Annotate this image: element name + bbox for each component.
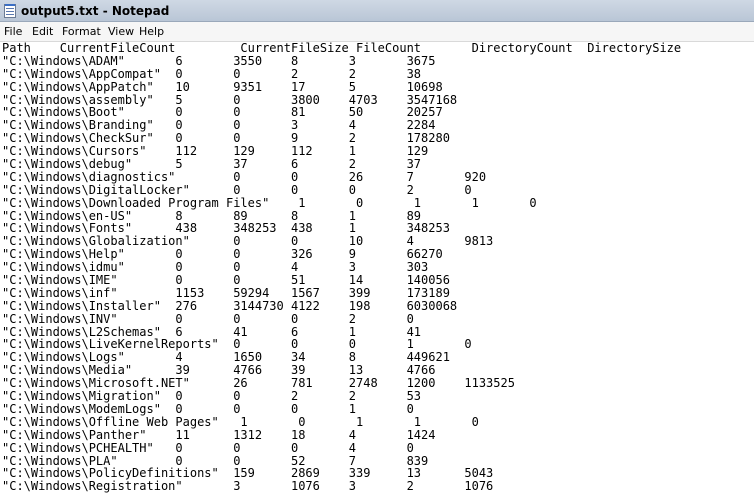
text-line: "C:\Windows\IME" 0 0 51 14 140056 <box>2 273 450 288</box>
menu-format[interactable]: Format <box>62 25 101 39</box>
header-line: Path CurrentFileCount CurrentFileSize Fi… <box>2 42 682 55</box>
text-line: "C:\Windows\Downloaded Program Files" 1 … <box>2 195 537 210</box>
text-line: "C:\Windows\debug" 5 37 6 2 37 <box>2 157 422 172</box>
text-line: "C:\Windows\AppCompat" 0 0 2 2 38 <box>2 66 422 81</box>
text-editor[interactable]: Path CurrentFileCount CurrentFileSize Fi… <box>0 42 754 502</box>
menu-view[interactable]: View <box>108 25 134 39</box>
title-bar: output5.txt - Notepad <box>0 0 754 22</box>
text-line: "C:\Windows\DigitalLocker" 0 0 0 2 0 <box>2 182 472 197</box>
text-line: "C:\Windows\AppPatch" 10 9351 17 5 10698 <box>2 79 443 94</box>
text-line: "C:\Windows\Registration" 3 1076 3 2 107… <box>2 479 494 494</box>
menu-bar: File Edit Format View Help <box>0 22 754 42</box>
text-line: "C:\Windows\Offline Web Pages" 1 0 1 1 0 <box>2 414 479 429</box>
text-line: "C:\Windows\ADAM" 6 3550 8 3 3675 <box>2 53 436 68</box>
menu-edit[interactable]: Edit <box>32 25 53 39</box>
text-line: "C:\Windows\diagnostics" 0 0 26 7 920 <box>2 169 487 184</box>
menu-file[interactable]: File <box>4 25 22 39</box>
text-line: "C:\Windows\ModemLogs" 0 0 0 1 0 <box>2 401 414 416</box>
text-line: "C:\Windows\PCHEALTH" 0 0 0 4 0 <box>2 440 414 455</box>
text-line: "C:\Windows\Installer" 276 3144730 4122 … <box>2 298 458 313</box>
text-line: "C:\Windows\INV" 0 0 0 2 0 <box>2 311 414 326</box>
window-title: output5.txt - Notepad <box>21 4 170 18</box>
menu-help[interactable]: Help <box>139 25 164 39</box>
text-line: "C:\Windows\Panther" 11 1312 18 4 1424 <box>2 427 436 442</box>
text-content[interactable]: Path CurrentFileCount CurrentFileSize Fi… <box>0 42 754 493</box>
text-line: "C:\Windows\inf" 1153 59294 1567 399 173… <box>2 285 450 300</box>
notepad-icon <box>4 4 16 18</box>
text-line: "C:\Windows\Migration" 0 0 2 2 53 <box>2 389 422 404</box>
